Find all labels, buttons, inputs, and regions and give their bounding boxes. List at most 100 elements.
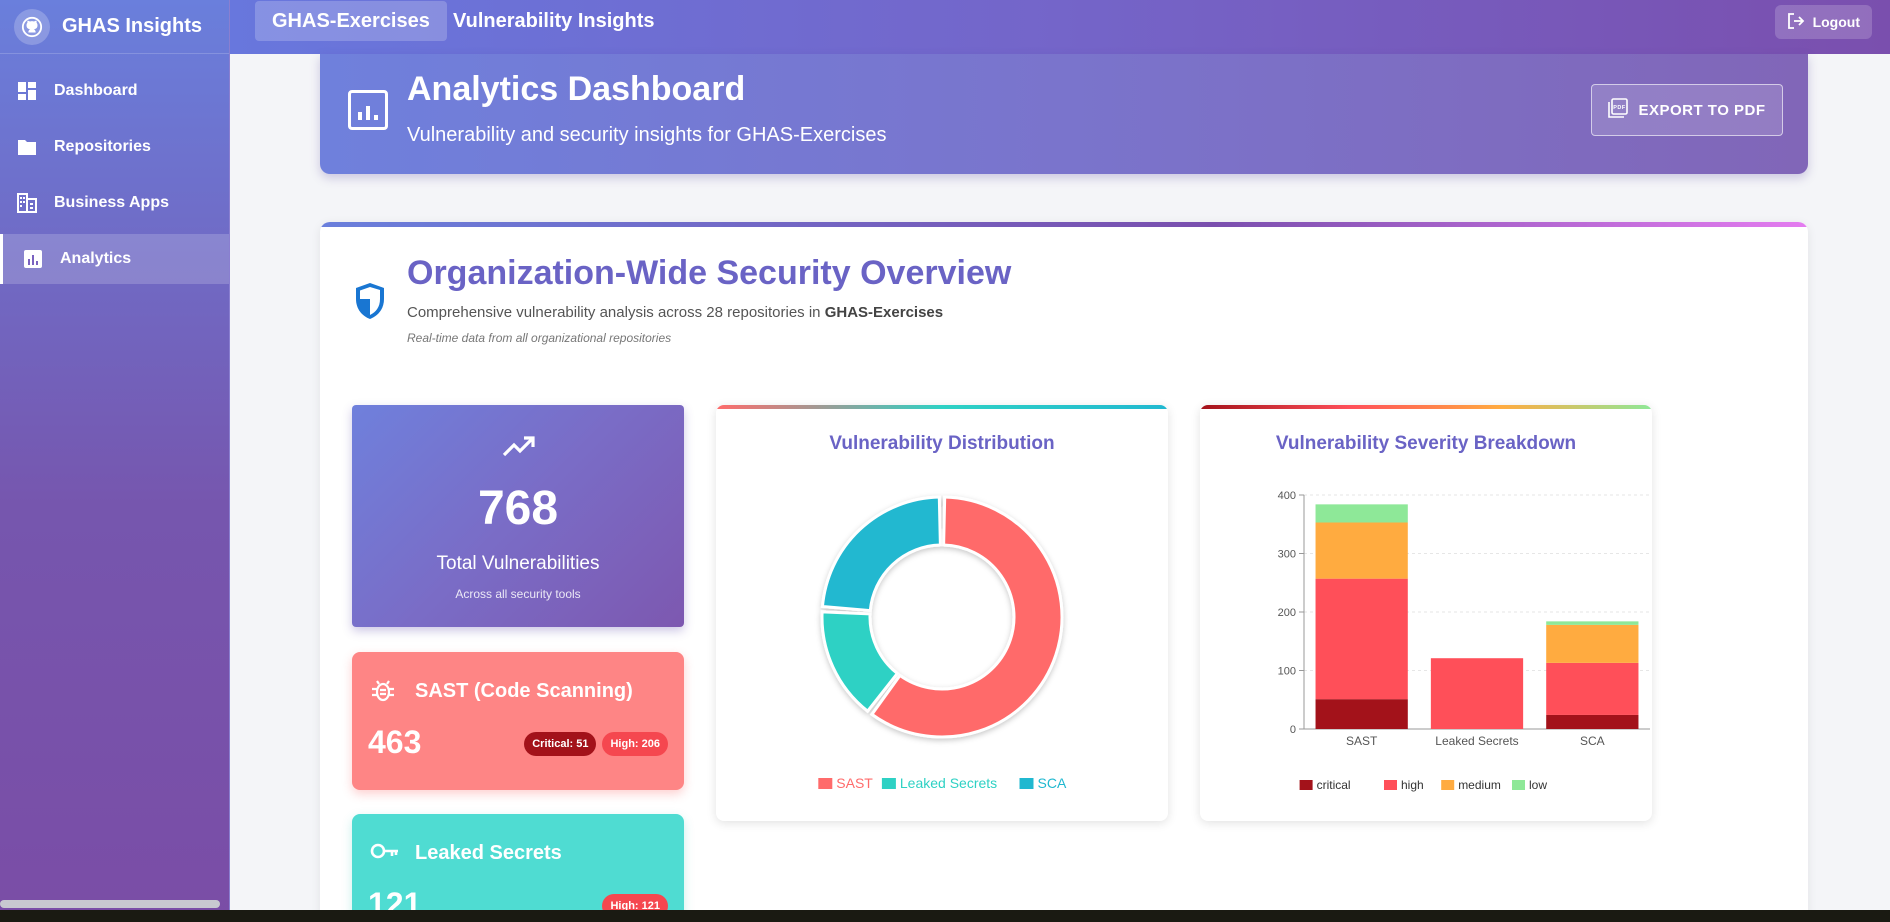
legend-label: SAST: [836, 775, 873, 791]
x-tick-label: SAST: [1346, 734, 1378, 748]
sidebar-item-dashboard[interactable]: Dashboard: [0, 66, 229, 116]
legend-swatch: [881, 778, 896, 789]
bar-sca-medium[interactable]: [1546, 624, 1639, 663]
legend-item-high[interactable]: high: [1384, 778, 1424, 792]
stacked-bar-chart: 0 100 200 300 400 SAST Leaked Secrets SCA critic…: [1278, 490, 1650, 792]
critical-badge: Critical: 51: [524, 732, 597, 756]
legend-label: critical: [1317, 778, 1351, 792]
shield-icon: [354, 282, 386, 325]
sidebar-item-label: Business Apps: [54, 194, 169, 211]
legend-swatch: [818, 778, 833, 789]
brand[interactable]: GHAS Insights: [0, 0, 229, 54]
legend-item-critical[interactable]: critical: [1299, 778, 1351, 792]
donut-chart: SAST Leaked Secrets SCA: [818, 495, 1067, 791]
sast-badges: Critical: 51 High: 206: [524, 732, 668, 756]
x-tick-label: Leaked Secrets: [1435, 734, 1518, 748]
export-pdf-button[interactable]: PDF EXPORT TO PDF: [1591, 84, 1783, 136]
key-icon: [370, 843, 398, 859]
slice-sca[interactable]: [820, 495, 942, 613]
donut-slices: [820, 495, 1064, 739]
sast-card: SAST (Code Scanning) 463 Critical: 51 Hi…: [352, 652, 684, 790]
legend-swatch: [1441, 780, 1455, 790]
bar-sast-medium[interactable]: [1315, 522, 1408, 579]
tab-ghas-exercises[interactable]: GHAS-Exercises: [255, 1, 447, 41]
accent-bar: [320, 222, 1808, 227]
sidebar-item-label: Dashboard: [54, 82, 138, 99]
legend-item-sast[interactable]: SAST: [818, 775, 873, 791]
total-vulnerabilities-card: 768 Total Vulnerabilities Across all sec…: [352, 405, 684, 627]
org-name: GHAS-Exercises: [824, 304, 944, 321]
leaked-secrets-card: Leaked Secrets 121 High: 121: [352, 814, 684, 922]
y-tick-label: 200: [1278, 607, 1296, 619]
github-icon: [14, 8, 50, 45]
bar-sca-high[interactable]: [1546, 662, 1639, 715]
logout-icon: [1787, 12, 1805, 33]
sast-value: 463: [368, 724, 422, 760]
building-icon: [16, 192, 38, 214]
legend-item-leaked-secrets[interactable]: Leaked Secrets: [881, 775, 997, 791]
bar-leaked-secrets-high[interactable]: [1430, 658, 1524, 729]
severity-breakdown-card: Vulnerability Severity Breakdown 0 100 200…: [1200, 405, 1652, 821]
overview-note: Real-time data from all organizational r…: [407, 331, 672, 345]
page-title: Analytics Dashboard: [407, 70, 746, 108]
y-tick-label: 0: [1290, 724, 1296, 736]
overview-title: Organization-Wide Security Overview: [407, 254, 1012, 292]
bottom-strip: [0, 910, 1890, 922]
page-subtitle: Vulnerability and security insights for …: [407, 124, 887, 146]
sidebar-scrollbar[interactable]: [0, 900, 220, 908]
legend-label: Leaked Secrets: [900, 775, 997, 791]
legend-item-medium[interactable]: medium: [1441, 778, 1501, 792]
legend-swatch: [1019, 778, 1034, 789]
sidebar-item-business-apps[interactable]: Business Apps: [0, 178, 229, 228]
brand-title: GHAS Insights: [62, 15, 203, 37]
bar-sast-low[interactable]: [1315, 504, 1408, 523]
vulnerability-distribution-card: Vulnerability Distribution SAST Leaked Se…: [716, 405, 1168, 821]
sast-title: SAST (Code Scanning): [415, 680, 633, 702]
bar-sast-high[interactable]: [1315, 578, 1408, 700]
bar-sast-critical[interactable]: [1315, 699, 1408, 729]
high-badge: High: 206: [602, 732, 668, 756]
legend-swatch: [1384, 780, 1397, 790]
sidebar-item-label: Analytics: [60, 250, 132, 267]
svg-text:PDF: PDF: [1614, 105, 1627, 111]
legend-item-sca[interactable]: SCA: [1019, 775, 1067, 791]
y-tick-label: 100: [1278, 666, 1296, 678]
overview-subtitle: Comprehensive vulnerability analysis acr…: [407, 304, 943, 321]
tab-vulnerability-insights[interactable]: Vulnerability Insights: [436, 1, 672, 41]
top-bar: GHAS-Exercises Vulnerability Insights Lo…: [230, 0, 1890, 54]
total-vulnerabilities-label: Total Vulnerabilities: [436, 553, 600, 574]
y-tick-label: 400: [1278, 490, 1296, 502]
analytics-icon: [348, 90, 388, 130]
x-tick-label: SCA: [1580, 734, 1605, 748]
legend-swatch: [1299, 780, 1313, 790]
trending-up-icon: [502, 436, 535, 457]
overview-subtitle-text: Comprehensive vulnerability analysis acr…: [407, 304, 825, 321]
sidebar-item-repositories[interactable]: Repositories: [0, 122, 229, 172]
sidebar-item-label: Repositories: [54, 138, 151, 155]
security-overview-card: Organization-Wide Security Overview Comp…: [320, 222, 1808, 922]
sidebar: GHAS Insights Dashboard Repositories Bus…: [0, 0, 230, 922]
dashboard-icon: [16, 80, 38, 102]
total-vulnerabilities-value: 768: [477, 482, 559, 535]
folder-icon: [16, 136, 38, 158]
legend-item-low[interactable]: low: [1512, 778, 1547, 792]
leaked-secrets-title: Leaked Secrets: [415, 842, 562, 864]
bar-sca-critical[interactable]: [1546, 714, 1639, 729]
sidebar-nav: Dashboard Repositories Business Apps Ana…: [0, 66, 229, 284]
export-label: EXPORT TO PDF: [1638, 101, 1766, 119]
analytics-icon: [22, 248, 44, 270]
legend-label: SCA: [1038, 775, 1067, 791]
sidebar-item-analytics[interactable]: Analytics: [0, 234, 229, 284]
y-tick-label: 300: [1278, 549, 1296, 561]
pdf-icon: PDF: [1608, 98, 1629, 122]
legend-swatch: [1512, 780, 1525, 790]
logout-label: Logout: [1812, 14, 1860, 30]
legend-label: medium: [1458, 778, 1501, 792]
legend-label: low: [1529, 778, 1547, 792]
legend-label: high: [1401, 778, 1424, 792]
total-vulnerabilities-caption: Across all security tools: [455, 587, 581, 601]
analytics-header: Analytics Dashboard Vulnerability and se…: [320, 54, 1808, 174]
bar-sca-low[interactable]: [1546, 621, 1639, 625]
bug-icon: [372, 680, 394, 702]
logout-button[interactable]: Logout: [1774, 5, 1872, 39]
